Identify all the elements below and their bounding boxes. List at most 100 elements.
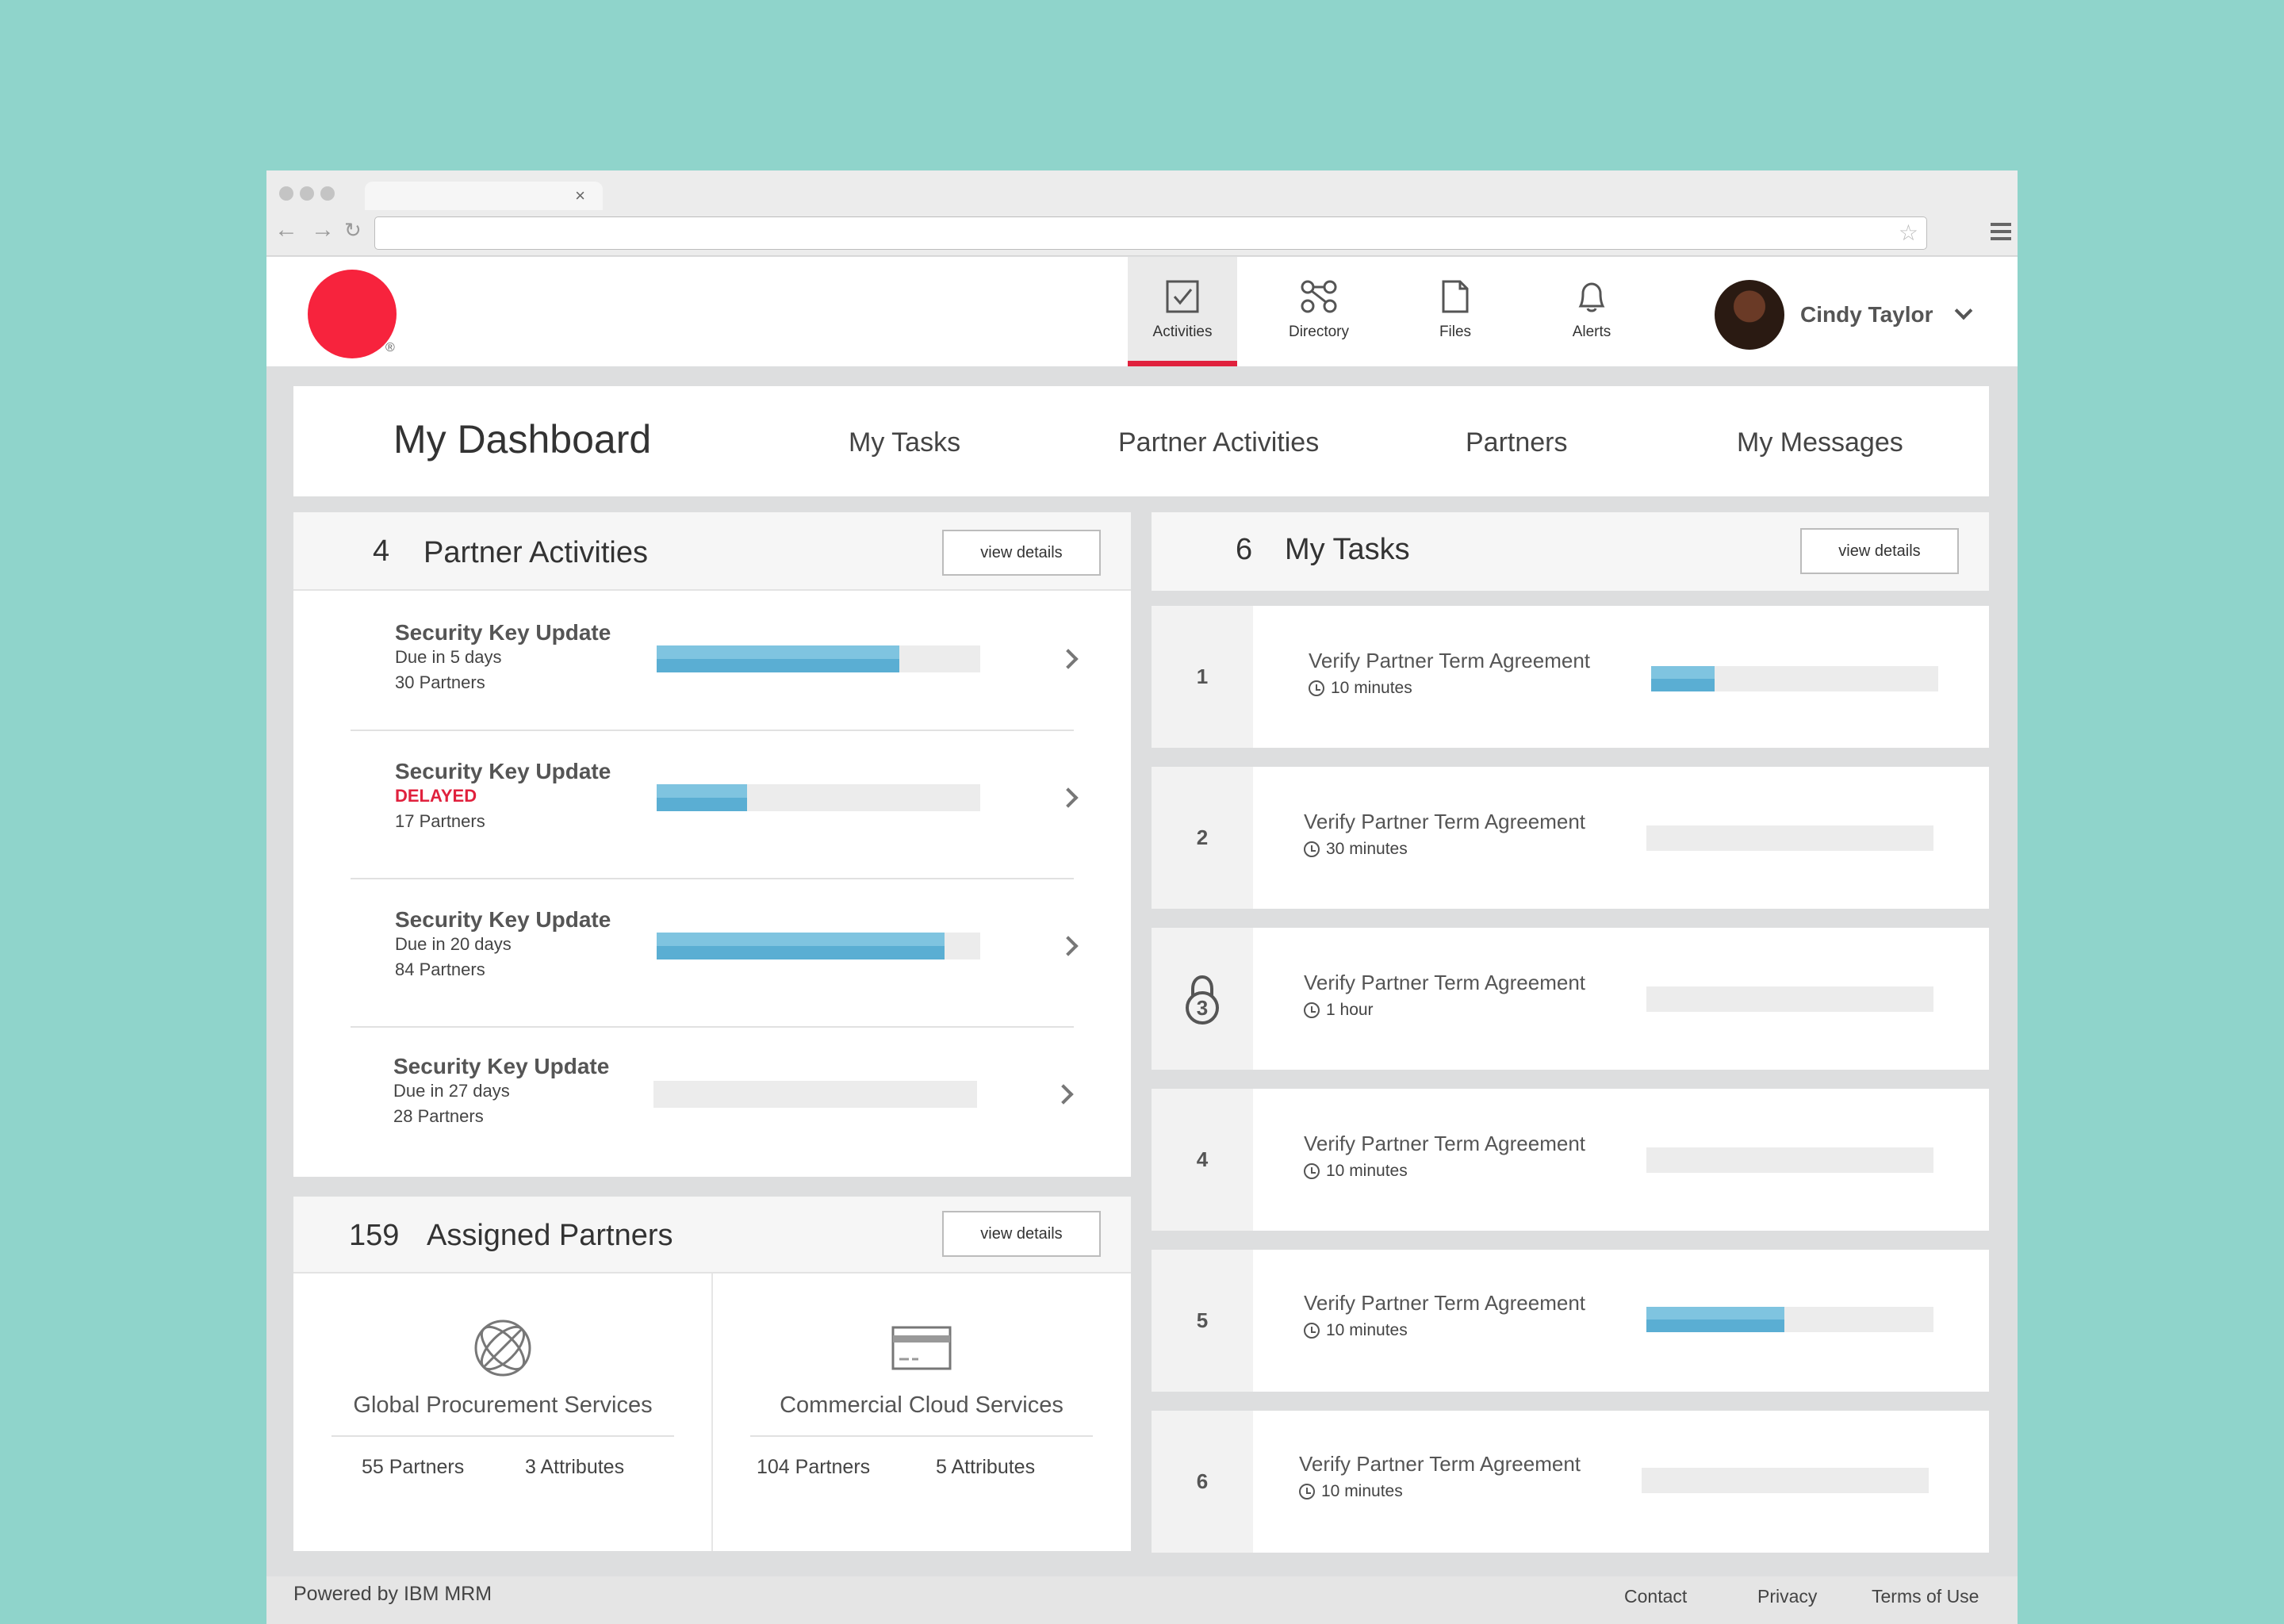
forward-arrow-icon[interactable]: → xyxy=(311,218,335,242)
chevron-right-icon[interactable] xyxy=(1058,787,1079,808)
activities-icon xyxy=(1166,280,1199,313)
window-close-dot[interactable] xyxy=(279,186,293,201)
task-duration: 1 hour xyxy=(1304,1001,1374,1020)
clock-icon xyxy=(1304,1163,1320,1179)
task-duration-text: 10 minutes xyxy=(1326,1321,1408,1339)
avatar[interactable] xyxy=(1715,280,1784,350)
activity-row[interactable]: Security Key Update DELAYED 17 Partners xyxy=(293,740,1131,879)
partner-activities-view-details-button[interactable]: view details xyxy=(942,530,1101,576)
tab-partners[interactable]: Partners xyxy=(1466,427,1568,458)
task-progress-bar xyxy=(1651,666,1938,691)
task-row[interactable]: 2 Verify Partner Term Agreement 30 minut… xyxy=(1152,767,1989,909)
nav-files[interactable]: Files xyxy=(1401,257,1510,366)
task-duration: 10 minutes xyxy=(1309,679,1412,698)
task-row[interactable]: 5 Verify Partner Term Agreement 10 minut… xyxy=(1152,1250,1989,1392)
nav-activities[interactable]: Activities xyxy=(1128,257,1237,366)
window-minimize-dot[interactable] xyxy=(300,186,314,201)
chevron-down-icon[interactable] xyxy=(1954,301,1972,320)
chevron-right-icon[interactable] xyxy=(1053,1084,1074,1105)
task-progress-fill xyxy=(1646,1307,1784,1332)
task-row[interactable]: 4 Verify Partner Term Agreement 10 minut… xyxy=(1152,1089,1989,1231)
task-duration: 10 minutes xyxy=(1304,1162,1408,1181)
task-duration-text: 30 minutes xyxy=(1326,840,1408,858)
nav-alerts[interactable]: Alerts xyxy=(1537,257,1646,366)
task-row[interactable]: 6 Verify Partner Term Agreement 10 minut… xyxy=(1152,1411,1989,1553)
my-tasks-header: 6 My Tasks view details xyxy=(1152,512,1989,591)
task-duration-text: 10 minutes xyxy=(1331,679,1412,697)
row-divider xyxy=(351,878,1074,879)
activity-progress-bar xyxy=(657,784,980,811)
task-duration: 10 minutes xyxy=(1299,1482,1403,1501)
my-tasks-panel-header: 6 My Tasks view details xyxy=(1152,512,1989,591)
chevron-right-icon[interactable] xyxy=(1058,649,1079,669)
app-header: ® Activities Directory Files Alerts Cind… xyxy=(266,257,2018,366)
task-row[interactable]: 1 Verify Partner Term Agreement 10 minut… xyxy=(1152,606,1989,748)
tab-partner-activities[interactable]: Partner Activities xyxy=(1118,427,1319,458)
file-icon xyxy=(1442,280,1469,313)
activity-progress-fill xyxy=(657,933,945,959)
footer-link-privacy[interactable]: Privacy xyxy=(1757,1586,1817,1607)
window-zoom-dot[interactable] xyxy=(320,186,335,201)
service-partners: 104 Partners xyxy=(757,1456,871,1478)
task-number: 3 xyxy=(1152,928,1253,1070)
globe-icon xyxy=(474,1320,531,1377)
partner-activities-panel: 4 Partner Activities view details Securi… xyxy=(293,512,1131,1177)
dashboard-tabs: My Dashboard My Tasks Partner Activities… xyxy=(293,386,1989,496)
service-partners: 55 Partners xyxy=(362,1456,465,1478)
service-card[interactable]: Global Procurement Services 55 Partners … xyxy=(293,1274,712,1551)
activity-row[interactable]: Security Key Update Due in 27 days 28 Pa… xyxy=(293,1036,1131,1176)
activity-row[interactable]: Security Key Update Due in 20 days 84 Pa… xyxy=(293,888,1131,1028)
address-bar[interactable]: ☆ xyxy=(374,216,1927,250)
task-name: Verify Partner Term Agreement xyxy=(1304,1291,1586,1315)
activity-progress-bar xyxy=(657,645,980,672)
activity-name: Security Key Update xyxy=(393,1054,610,1078)
activity-name: Security Key Update xyxy=(395,907,611,932)
activity-status: Due in 20 days xyxy=(395,934,512,954)
browser-menu-icon[interactable] xyxy=(1991,223,2011,240)
my-tasks-view-details-button[interactable]: view details xyxy=(1800,528,1959,574)
task-number: 4 xyxy=(1152,1089,1253,1231)
service-name: Global Procurement Services xyxy=(353,1392,653,1418)
activity-row[interactable]: Security Key Update Due in 5 days 30 Par… xyxy=(293,592,1131,731)
clock-icon xyxy=(1309,680,1324,696)
row-divider xyxy=(351,1026,1074,1028)
tab-close-icon[interactable]: × xyxy=(575,186,585,206)
task-row-locked[interactable]: 3 Verify Partner Term Agreement 1 hour xyxy=(1152,928,1989,1070)
bookmark-star-icon[interactable]: ☆ xyxy=(1899,220,1918,246)
activity-partners: 84 Partners xyxy=(395,959,485,979)
footer-link-contact[interactable]: Contact xyxy=(1624,1586,1687,1607)
assigned-partners-header: 159 Assigned Partners view details xyxy=(293,1197,1131,1274)
back-arrow-icon[interactable]: ← xyxy=(274,218,298,242)
row-divider xyxy=(351,730,1074,731)
services-grid: Global Procurement Services 55 Partners … xyxy=(293,1274,1131,1551)
tab-my-messages[interactable]: My Messages xyxy=(1737,427,1903,458)
nav-alerts-label: Alerts xyxy=(1572,324,1611,340)
page-footer: Powered by IBM MRM Contact Privacy Terms… xyxy=(266,1576,2018,1624)
user-menu[interactable]: Cindy Taylor xyxy=(1715,280,1972,350)
tab-my-tasks[interactable]: My Tasks xyxy=(849,427,960,458)
assigned-partners-title: Assigned Partners xyxy=(427,1219,673,1252)
task-number-text: 3 xyxy=(1197,996,1208,1020)
service-name: Commercial Cloud Services xyxy=(780,1392,1063,1418)
task-name: Verify Partner Term Agreement xyxy=(1299,1452,1581,1476)
assigned-partners-count: 159 xyxy=(349,1219,400,1252)
task-name: Verify Partner Term Agreement xyxy=(1304,1132,1586,1155)
service-divider xyxy=(750,1435,1093,1437)
browser-tab[interactable]: × xyxy=(365,182,603,210)
task-name: Verify Partner Term Agreement xyxy=(1309,649,1591,672)
assigned-partners-view-details-button[interactable]: view details xyxy=(942,1211,1101,1257)
reload-icon[interactable]: ↻ xyxy=(344,218,362,242)
nav-directory-label: Directory xyxy=(1288,324,1349,340)
directory-icon xyxy=(1301,280,1337,313)
clock-icon xyxy=(1304,841,1320,857)
service-attributes: 5 Attributes xyxy=(936,1456,1036,1478)
nav-directory[interactable]: Directory xyxy=(1264,257,1374,366)
task-name: Verify Partner Term Agreement xyxy=(1304,971,1586,994)
footer-link-terms[interactable]: Terms of Use xyxy=(1872,1586,1979,1607)
service-card[interactable]: Commercial Cloud Services 104 Partners 5… xyxy=(712,1274,1131,1551)
brand-logo[interactable] xyxy=(308,270,397,358)
lock-icon: 3 xyxy=(1186,975,1219,1025)
page-title: My Dashboard xyxy=(393,417,652,462)
activity-status-delayed: DELAYED xyxy=(395,786,477,806)
chevron-right-icon[interactable] xyxy=(1058,936,1079,956)
